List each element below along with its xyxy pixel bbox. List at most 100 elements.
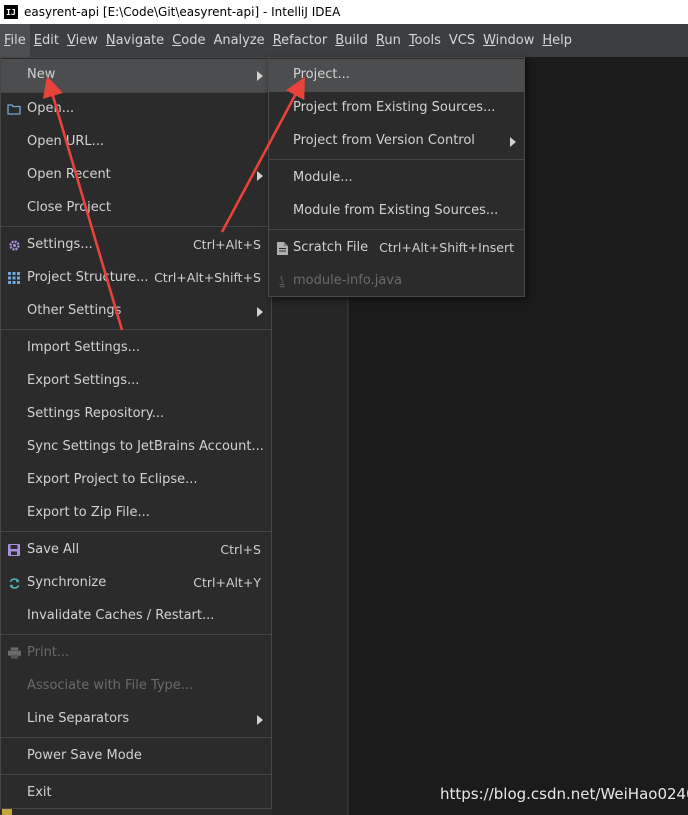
menu-item-open-url[interactable]: Open URL...	[1, 126, 271, 159]
menu-item-label: Close Project	[27, 200, 112, 215]
menu-edit[interactable]: Edit	[30, 24, 63, 57]
submenu-item-project-existing[interactable]: Project from Existing Sources...	[269, 92, 524, 125]
submenu-arrow-icon	[257, 715, 263, 725]
menu-build[interactable]: Build	[331, 24, 372, 57]
folder-icon	[7, 102, 21, 116]
project-structure-icon	[7, 271, 21, 285]
submenu-arrow-icon	[257, 307, 263, 317]
menu-vcs[interactable]: VCS	[445, 24, 479, 57]
separator	[1, 329, 271, 330]
menu-item-export-zip[interactable]: Export to Zip File...	[1, 497, 271, 530]
menu-item-synchronize[interactable]: Synchronize Ctrl+Alt+Y	[1, 567, 271, 600]
menu-item-label: Open Recent	[27, 167, 111, 182]
submenu-item-module-existing[interactable]: Module from Existing Sources...	[269, 195, 524, 228]
menu-item-open-recent[interactable]: Open Recent	[1, 159, 271, 192]
submenu-item-project[interactable]: Project...	[269, 59, 524, 92]
separator	[1, 531, 271, 532]
menu-item-other-settings[interactable]: Other Settings	[1, 295, 271, 328]
menu-item-label: Project Structure...	[27, 270, 149, 285]
submenu-item-project-vcs[interactable]: Project from Version Control	[269, 125, 524, 158]
title-bar: IJ easyrent-api [E:\Code\Git\easyrent-ap…	[0, 0, 688, 24]
shortcut-label: Ctrl+Alt+Shift+Insert	[379, 240, 514, 255]
separator	[1, 774, 271, 775]
menu-item-label: Export Settings...	[27, 373, 140, 388]
menu-item-label: Print...	[27, 645, 70, 660]
separator	[1, 226, 271, 227]
menu-code[interactable]: Code	[168, 24, 209, 57]
shortcut-label: Ctrl+Alt+S	[192, 237, 261, 252]
save-icon	[7, 543, 21, 557]
menu-item-export-settings[interactable]: Export Settings...	[1, 365, 271, 398]
sync-icon	[7, 576, 21, 590]
menu-item-label: Save All	[27, 542, 80, 557]
menu-item-label: Open URL...	[27, 134, 105, 149]
menu-item-invalidate-caches[interactable]: Invalidate Caches / Restart...	[1, 600, 271, 633]
submenu-arrow-icon	[257, 71, 263, 81]
shortcut-label: Ctrl+Alt+Shift+S	[154, 270, 261, 285]
menu-item-label: Export Project to Eclipse...	[27, 472, 198, 487]
menu-item-label: Module...	[293, 170, 353, 185]
shortcut-label: Ctrl+Alt+Y	[193, 575, 261, 590]
submenu-arrow-icon	[510, 137, 516, 147]
menu-item-import-settings[interactable]: Import Settings...	[1, 332, 271, 365]
menu-item-label: Settings...	[27, 237, 93, 252]
menu-item-label: Scratch File	[293, 240, 369, 255]
menu-item-settings[interactable]: Settings... Ctrl+Alt+S	[1, 229, 271, 262]
menu-item-open[interactable]: Open...	[1, 93, 271, 126]
menu-item-exit[interactable]: Exit	[1, 777, 271, 810]
menu-item-close-project[interactable]: Close Project	[1, 192, 271, 225]
menu-item-print: Print...	[1, 637, 271, 670]
menu-item-label: Module from Existing Sources...	[293, 203, 499, 218]
menu-refactor[interactable]: Refactor	[269, 24, 332, 57]
menu-item-label: module-info.java	[293, 273, 402, 288]
menu-item-label: Import Settings...	[27, 340, 140, 355]
submenu-item-module[interactable]: Module...	[269, 162, 524, 195]
menu-item-label: Power Save Mode	[27, 748, 142, 763]
menu-bar: File Edit View Navigate Code Analyze Ref…	[0, 24, 688, 57]
menu-analyze[interactable]: Analyze	[209, 24, 268, 57]
menu-view[interactable]: View	[63, 24, 102, 57]
menu-item-sync-settings[interactable]: Sync Settings to JetBrains Account...	[1, 431, 271, 464]
menu-item-label: Export to Zip File...	[27, 505, 150, 520]
watermark: https://blog.csdn.net/WeiHao0240	[440, 785, 688, 803]
menu-item-new[interactable]: New	[1, 59, 271, 92]
gear-icon	[7, 238, 21, 252]
menu-file[interactable]: File	[0, 24, 30, 57]
menu-item-label: New	[27, 67, 56, 82]
menu-item-label: Associate with File Type...	[27, 678, 194, 693]
intellij-icon: IJ	[4, 5, 18, 19]
menu-item-label: Sync Settings to JetBrains Account...	[27, 439, 264, 454]
submenu-item-scratch-file[interactable]: Scratch File Ctrl+Alt+Shift+Insert	[269, 232, 524, 265]
menu-item-line-separators[interactable]: Line Separators	[1, 703, 271, 736]
menu-item-settings-repository[interactable]: Settings Repository...	[1, 398, 271, 431]
menu-help[interactable]: Help	[538, 24, 576, 57]
menu-navigate[interactable]: Navigate	[102, 24, 168, 57]
window-title: easyrent-api [E:\Code\Git\easyrent-api] …	[24, 5, 341, 19]
separator	[1, 634, 271, 635]
menu-item-label: Project from Existing Sources...	[293, 100, 496, 115]
printer-icon	[7, 646, 21, 660]
menu-item-label: Project...	[293, 67, 350, 82]
menu-item-label: Invalidate Caches / Restart...	[27, 608, 215, 623]
submenu-arrow-icon	[257, 171, 263, 181]
menu-item-label: Open...	[27, 101, 75, 116]
separator	[269, 229, 524, 230]
menu-item-export-eclipse[interactable]: Export Project to Eclipse...	[1, 464, 271, 497]
menu-tools[interactable]: Tools	[405, 24, 445, 57]
menu-window[interactable]: Window	[479, 24, 538, 57]
submenu-item-module-info: module-info.java	[269, 265, 524, 298]
shortcut-label: Ctrl+S	[220, 542, 261, 557]
menu-item-label: Project from Version Control	[293, 133, 475, 148]
menu-run[interactable]: Run	[372, 24, 405, 57]
separator	[269, 159, 524, 160]
menu-item-label: Other Settings	[27, 303, 122, 318]
menu-item-save-all[interactable]: Save All Ctrl+S	[1, 534, 271, 567]
menu-item-power-save-mode[interactable]: Power Save Mode	[1, 740, 271, 773]
file-menu: New Open... Open URL... Open Recent Clos…	[0, 57, 272, 809]
menu-item-project-structure[interactable]: Project Structure... Ctrl+Alt+Shift+S	[1, 262, 271, 295]
menu-item-associate-file-type: Associate with File Type...	[1, 670, 271, 703]
separator	[1, 737, 271, 738]
menu-item-label: Synchronize	[27, 575, 107, 590]
menu-item-label: Line Separators	[27, 711, 130, 726]
new-submenu: Project... Project from Existing Sources…	[268, 57, 525, 297]
